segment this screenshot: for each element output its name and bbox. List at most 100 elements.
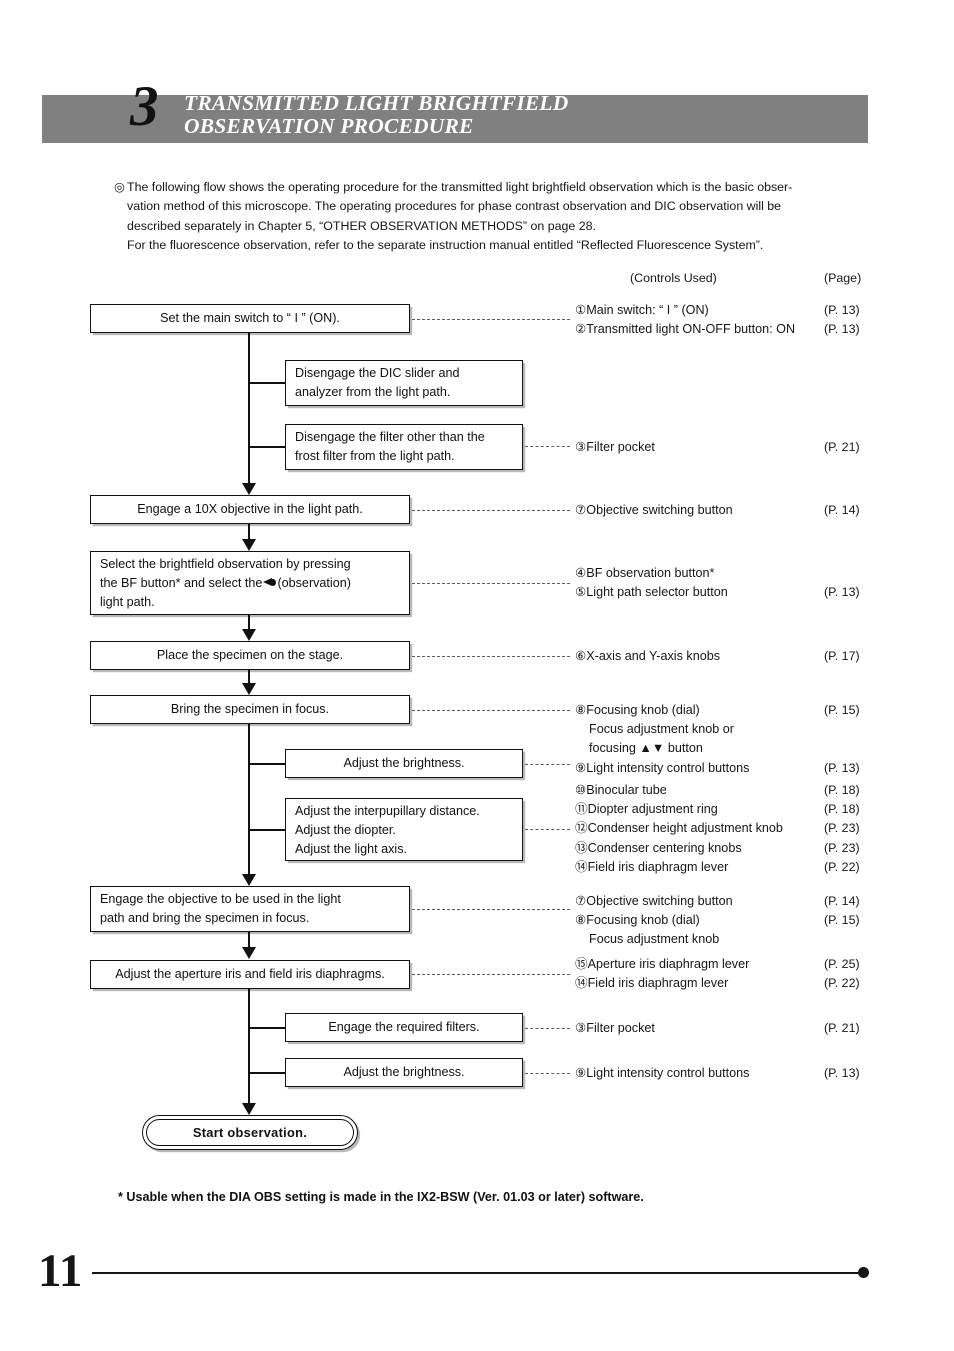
controls-group-9: ⑮Aperture iris diaphragm lever ⑭Field ir…: [575, 955, 749, 993]
connector-branch-engage-filters: [248, 1027, 286, 1030]
flow-box-main-switch-label: Set the main switch to “ I ” (ON).: [160, 311, 340, 325]
page-group-11: (P. 13): [824, 1064, 860, 1083]
connector-trunk-6: [248, 932, 251, 948]
page-group-6: (P. 15) (P. 13): [824, 701, 860, 778]
page-group-3: (P. 14): [824, 501, 860, 520]
page-number: 11: [38, 1245, 83, 1297]
page-group-8: (P. 14) (P. 15): [824, 892, 860, 930]
control-item-binocular-tube: ⑩Binocular tube: [575, 783, 667, 797]
footnote: * Usable when the DIA OBS setting is mad…: [118, 1190, 644, 1204]
connector-branch-dic-slider: [248, 382, 286, 385]
flow-box-adjust-brightness-1: Adjust the brightness.: [285, 749, 523, 778]
page-ref-objective-switching-button: (P. 14): [824, 503, 860, 517]
arrow-to-brightfield: [242, 539, 256, 551]
flow-box-engage-objective-line2: path and bring the specimen in focus.: [100, 911, 310, 925]
flow-box-start-observation: Start observation.: [142, 1115, 358, 1150]
flow-box-adjust-iris: Adjust the aperture iris and field iris …: [90, 960, 410, 989]
control-item-main-switch: ①Main switch: “ I ” (ON): [575, 303, 709, 317]
connector-trunk-1: [248, 333, 251, 483]
flow-box-engage-filters: Engage the required filters.: [285, 1013, 523, 1042]
page-group-4: (P. 13): [824, 583, 860, 602]
controls-group-1: ①Main switch: “ I ” (ON) ②Transmitted li…: [575, 301, 795, 339]
flow-box-start-observation-label: Start observation.: [192, 1125, 308, 1140]
flow-box-interpupillary-line2: Adjust the diopter.: [295, 823, 396, 837]
controls-group-7: ⑩Binocular tube ⑪Diopter adjustment ring…: [575, 781, 783, 877]
controls-used-header: (Controls Used): [630, 271, 717, 285]
leader-bring-focus: [412, 710, 570, 711]
flow-box-filter: Disengage the filter other than the fros…: [285, 424, 523, 470]
intro-line-4: For the fluorescence observation, refer …: [127, 238, 764, 253]
controls-group-5: ⑥X-axis and Y-axis knobs: [575, 647, 720, 666]
flow-box-objective-10x-label: Engage a 10X objective in the light path…: [137, 502, 363, 516]
flow-box-adjust-iris-label: Adjust the aperture iris and field iris …: [115, 967, 385, 981]
flow-box-interpupillary-line3: Adjust the light axis.: [295, 842, 408, 856]
leader-interpupillary: [525, 829, 570, 830]
control-item-transmitted-light-button: ②Transmitted light ON-OFF button: ON: [575, 322, 796, 337]
control-item-condenser-height-knob: ⑫Condenser height adjustment knob: [575, 821, 783, 836]
chapter-title-line2: OBSERVATION PROCEDURE: [184, 114, 474, 138]
leader-brightness-2: [525, 1073, 570, 1074]
control-item-filter-pocket: ③Filter pocket: [575, 440, 655, 454]
flow-box-place-specimen: Place the specimen on the stage.: [90, 641, 410, 670]
control-item-light-path-selector-button: ⑤Light path selector button: [575, 585, 728, 600]
page-ref-light-intensity-buttons: (P. 13): [824, 760, 860, 775]
leader-adjust-iris: [412, 974, 570, 975]
connector-trunk-5: [248, 724, 251, 874]
flow-box-bring-focus: Bring the specimen in focus.: [90, 695, 410, 724]
page-ref-transmitted-light-button: (P. 13): [824, 322, 860, 337]
arrow-to-bring-focus: [242, 683, 256, 695]
connector-trunk-7: [248, 989, 251, 1104]
controls-group-4: ④BF observation button* ⑤Light path sele…: [575, 564, 728, 602]
leader-brightfield: [412, 583, 570, 584]
footer-rule: [92, 1272, 864, 1274]
control-item-light-intensity-buttons-2: ⑨Light intensity control buttons: [575, 1066, 750, 1080]
page-ref-xy-knobs: (P. 17): [824, 649, 860, 663]
connector-branch-brightness-1: [248, 763, 286, 766]
page-group-5: (P. 17): [824, 647, 860, 666]
control-item-condenser-centering-knobs: ⑬Condenser centering knobs: [575, 840, 742, 855]
flow-box-place-specimen-label: Place the specimen on the stage.: [156, 648, 344, 662]
leader-place-specimen: [412, 656, 570, 657]
page-ref-filter-pocket-2: (P. 21): [824, 1021, 860, 1035]
control-item-field-iris-lever-2: ⑭Field iris diaphragm lever: [575, 976, 729, 991]
page-ref-field-iris-lever-1: (P. 22): [824, 859, 860, 874]
page-group-10: (P. 21): [824, 1019, 860, 1038]
control-item-focusing-updown-button: focusing ▲▼ button: [589, 741, 703, 756]
control-item-objective-switching-button-2: ⑦Objective switching button: [575, 894, 733, 908]
flow-box-brightfield-line2: the BF button* and select the (observatio…: [100, 574, 400, 593]
page-ref-light-intensity-buttons-2: (P. 13): [824, 1066, 860, 1080]
control-item-light-intensity-buttons: ⑨Light intensity control buttons: [575, 760, 750, 775]
control-item-xy-knobs: ⑥X-axis and Y-axis knobs: [575, 649, 720, 663]
controls-group-8: ⑦Objective switching button ⑧Focusing kn…: [575, 892, 733, 950]
control-item-focus-adjustment-knob-or: Focus adjustment knob or: [589, 722, 734, 737]
page-ref-condenser-centering-knobs: (P. 23): [824, 840, 860, 855]
page-group-1: (P. 13) (P. 13): [824, 301, 860, 339]
flow-box-main-switch: Set the main switch to “ I ” (ON).: [90, 304, 410, 333]
flow-box-bring-focus-label: Bring the specimen in focus.: [170, 702, 330, 716]
control-item-filter-pocket-2: ③Filter pocket: [575, 1021, 655, 1035]
connector-branch-filter: [248, 446, 286, 449]
leader-engage-filters: [525, 1028, 570, 1029]
intro-line-3: described separately in Chapter 5, “OTHE…: [127, 218, 596, 233]
arrow-to-engage-objective: [242, 874, 256, 886]
control-item-focusing-knob-2: ⑧Focusing knob (dial): [575, 913, 700, 928]
flow-box-brightfield-line3: light path.: [100, 595, 155, 609]
arrow-to-place-specimen: [242, 629, 256, 641]
flow-box-interpupillary-line1: Adjust the interpupillary distance.: [295, 804, 480, 818]
page-group-2: (P. 21): [824, 438, 860, 457]
arrow-to-objective-10x: [242, 483, 256, 495]
flow-box-brightfield: Select the brightfield observation by pr…: [90, 551, 410, 615]
page-column-header: (Page): [824, 271, 862, 285]
controls-group-3: ⑦Objective switching button: [575, 501, 733, 520]
controls-group-10: ③Filter pocket: [575, 1019, 655, 1038]
page-ref-field-iris-lever-2: (P. 22): [824, 976, 860, 991]
page-ref-main-switch: (P. 13): [824, 303, 860, 317]
page-ref-objective-switching-button-2: (P. 14): [824, 894, 860, 908]
flow-box-engage-objective-line1: Engage the objective to be used in the l…: [100, 892, 341, 906]
page-ref-focusing-knob-2: (P. 15): [824, 913, 860, 928]
flow-box-interpupillary: Adjust the interpupillary distance. Adju…: [285, 798, 523, 861]
controls-group-6: ⑧Focusing knob (dial) Focus adjustment k…: [575, 701, 749, 778]
control-item-diopter-adjustment-ring: ⑪Diopter adjustment ring: [575, 802, 718, 817]
connector-branch-brightness-2: [248, 1072, 286, 1075]
connector-branch-interpupillary: [248, 829, 286, 832]
